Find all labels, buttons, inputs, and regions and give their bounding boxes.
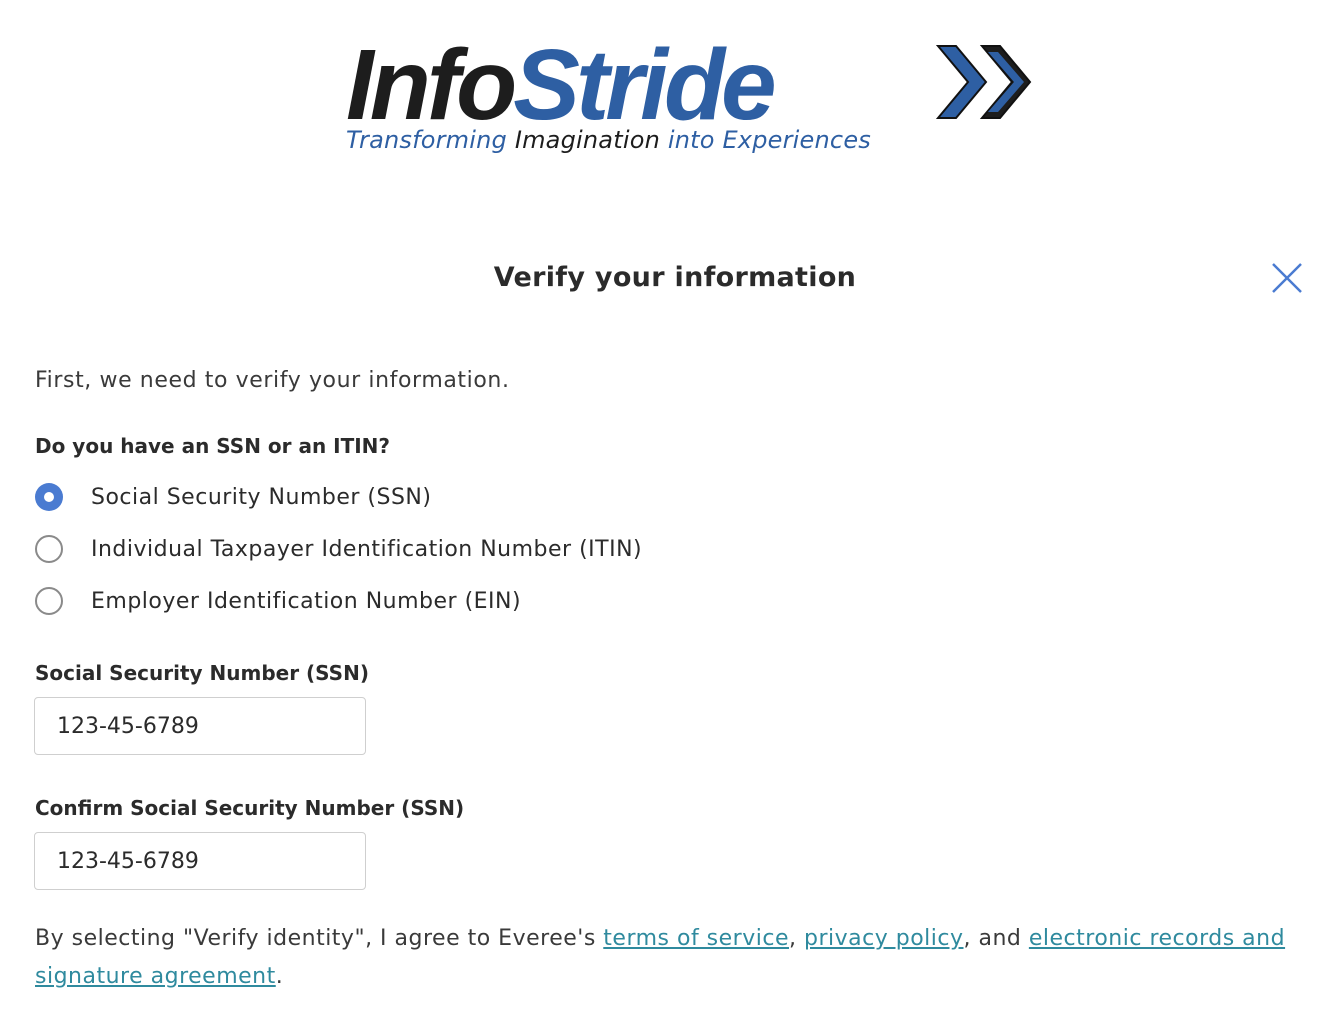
logo-word-stride: Stride: [513, 29, 776, 141]
close-icon: [1272, 263, 1302, 293]
radio-label-ssn: Social Security Number (SSN): [91, 484, 432, 510]
radio-button-itin[interactable]: [35, 535, 63, 563]
page-title: Verify your information: [493, 262, 857, 293]
consent-prefix: By selecting "Verify identity", I agree …: [35, 926, 604, 951]
double-chevron-right-icon: [936, 45, 1032, 119]
radio-label-itin: Individual Taxpayer Identification Numbe…: [91, 536, 643, 562]
ssn-input[interactable]: [34, 697, 366, 755]
radio-button-ssn[interactable]: [35, 483, 63, 511]
id-type-question: Do you have an SSN or an ITIN?: [35, 434, 391, 458]
logo-word-info: Info: [346, 29, 517, 141]
consent-separator-2: , and: [963, 926, 1029, 951]
tagline-transforming: Transforming: [346, 126, 507, 154]
intro-text: First, we need to verify your informatio…: [35, 368, 510, 393]
consent-separator-1: ,: [789, 926, 804, 951]
consent-text: By selecting "Verify identity", I agree …: [35, 920, 1295, 996]
tagline-into-experiences: into Experiences: [667, 126, 871, 154]
logo-wordmark: InfoStride: [346, 29, 777, 141]
confirm-ssn-input[interactable]: [34, 832, 366, 890]
close-button[interactable]: [1268, 259, 1306, 297]
ssn-field-label: Social Security Number (SSN): [35, 661, 369, 685]
radio-option-ein[interactable]: Employer Identification Number (EIN): [35, 584, 521, 618]
radio-option-itin[interactable]: Individual Taxpayer Identification Numbe…: [35, 532, 642, 566]
radio-label-ein: Employer Identification Number (EIN): [91, 588, 522, 614]
infostride-logo: InfoStride Transforming Imagination into…: [340, 30, 1040, 170]
radio-button-ein[interactable]: [35, 587, 63, 615]
consent-suffix: .: [275, 964, 284, 989]
tagline-imagination: Imagination: [514, 126, 660, 154]
terms-of-service-link[interactable]: terms of service: [603, 926, 789, 951]
radio-option-ssn[interactable]: Social Security Number (SSN): [35, 480, 431, 514]
privacy-policy-link[interactable]: privacy policy: [804, 926, 964, 951]
logo-tagline: Transforming Imagination into Experience…: [346, 126, 871, 154]
confirm-ssn-field-label: Confirm Social Security Number (SSN): [35, 796, 465, 820]
